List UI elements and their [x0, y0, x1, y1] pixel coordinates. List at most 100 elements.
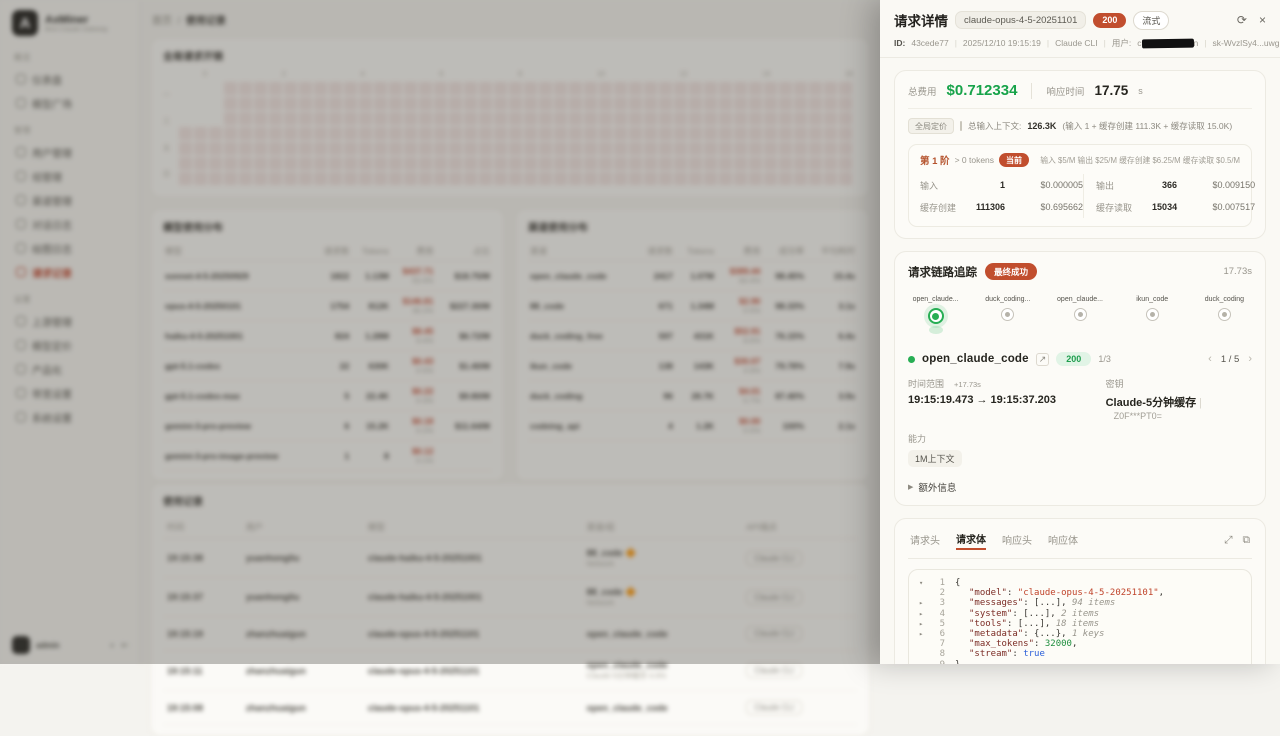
json-token-punc: : [1012, 649, 1023, 659]
tab-响应头[interactable]: 响应头 [1002, 532, 1032, 549]
json-token-key: "messages" [969, 598, 1023, 608]
expand-icon[interactable]: ⤢ [1224, 534, 1232, 547]
chevron-right-icon[interactable]: ▸ [919, 619, 929, 629]
chevron-none [919, 639, 929, 649]
hop-header: open_claude_code ↗ 200 1/3 ‹ 1 / 5 › [908, 352, 1252, 366]
chevron-none [919, 649, 929, 659]
trace-node[interactable]: open_claude... [908, 296, 963, 334]
json-line-content: "model": "claude-opus-4-5-20251101", [955, 588, 1164, 598]
hop-page: 1 / 5 [1221, 354, 1240, 365]
time-range-label: 时间范围 [908, 379, 944, 389]
trace-node-label: ikun_code [1136, 296, 1168, 303]
context-total: 126.3K [1027, 121, 1056, 131]
chevron-left-icon[interactable]: ‹ [1208, 353, 1212, 365]
tier-cell-tokens: 111306 [976, 202, 1005, 212]
json-token-punc: , [1072, 639, 1077, 649]
trace-node-label: duck_coding... [985, 296, 1030, 303]
json-token-note: 18 items [1056, 619, 1099, 629]
tier-cell-tokens: 15034 [1152, 202, 1177, 212]
hop-status-badge: 200 [1056, 352, 1091, 366]
tier-cell-tokens: 1 [976, 180, 1005, 190]
line-number: 2 [929, 588, 945, 598]
endpoint-button[interactable]: Claude CLI [746, 700, 802, 715]
line-number: 6 [929, 629, 945, 639]
trace-node[interactable]: duck_coding... [980, 296, 1035, 334]
trace-node-ring-icon [1218, 308, 1231, 321]
json-line-content: "messages": [...], 94 items [955, 598, 1115, 608]
chevron-right-icon[interactable]: ▸ [919, 609, 929, 619]
extra-info-label: 额外信息 [918, 480, 956, 494]
json-line: ▸6"metadata": {...}, 1 keys [919, 629, 1241, 639]
client-name: Claude CLI [1055, 38, 1098, 48]
chevron-right-icon[interactable]: › [1248, 353, 1252, 365]
tier-cell-label: 输出 [1096, 179, 1144, 192]
time-range-field: 时间范围 +17.73s 19:15:19.473 → 19:15:37.203 [908, 377, 1106, 422]
context-detail: (输入 1 + 缓存创建 111.3K + 缓存读取 15.0K) [1062, 120, 1232, 132]
key-field: 密钥 Claude-5分钟缓存 | Z0F***PT0= [1106, 377, 1252, 422]
external-link-icon[interactable]: ↗ [1036, 353, 1050, 366]
chevron-down-icon[interactable]: ▾ [919, 578, 929, 588]
trace-node-label: open_claude... [1057, 296, 1103, 303]
trace-node[interactable]: ikun_code [1125, 296, 1180, 334]
key-id-masked: Z0F***PT0= [1114, 411, 1162, 421]
trace-node-label: open_claude... [913, 296, 959, 303]
cost-card: 总费用 $0.712334 响应时间 17.75 s 全局定价 总输入上下文: … [894, 70, 1266, 239]
refresh-icon[interactable]: ⟳ [1237, 13, 1247, 27]
json-token-note: 94 items [1072, 598, 1115, 608]
endpoint-button[interactable]: Claude CLI [746, 663, 802, 678]
key-label: 密钥 [1106, 377, 1252, 390]
record-row[interactable]: 19:15:08zhanzhuaigunclaude-opus-4-5-2025… [163, 691, 857, 725]
hop-attempt: 1/3 [1098, 354, 1111, 364]
trace-nodes: open_claude... duck_coding... open_claude.… [908, 296, 1252, 334]
tab-icons: ⤢⧉ [1224, 534, 1250, 547]
line-number: 5 [929, 619, 945, 629]
user-label: 用户: [1112, 37, 1131, 49]
response-time-value: 17.75 [1094, 83, 1128, 98]
tab-请求头[interactable]: 请求头 [910, 532, 940, 549]
json-token-key: "metadata" [969, 629, 1023, 639]
trace-node-label: duck_coding [1205, 296, 1244, 303]
tier-rates: 输入 $5/M 输出 $25/M 缓存创建 $6.25/M 缓存读取 $0.5/… [1040, 155, 1240, 166]
line-number: 1 [929, 578, 945, 588]
tier-name: 第 1 阶 [920, 153, 950, 167]
capability-label: 能力 [908, 432, 1106, 445]
json-token-note: 1 keys [1072, 629, 1105, 639]
json-line: ▸4"system": [...], 2 items [919, 609, 1241, 619]
json-viewer[interactable]: ▾1 {2 "model": "claude-opus-4-5-20251101",… [908, 569, 1252, 664]
context-label: 总输入上下文: [968, 120, 1021, 132]
trace-node-ring-icon [1074, 308, 1087, 321]
json-line-content: "max_tokens": 32000, [955, 639, 1077, 649]
tier-cell-输入: 输入1$0.000005 [920, 174, 1083, 196]
json-token-key: "stream" [969, 649, 1012, 659]
time-range-value: 19:15:19.473 → 19:15:37.203 [908, 394, 1106, 406]
extra-info-toggle[interactable]: ▶ 额外信息 [908, 480, 1252, 494]
trace-node-dot-icon [1005, 312, 1010, 317]
json-line: 8"stream": true [919, 649, 1241, 659]
channel-group: Claude-5分钟缓存 4.9% [587, 670, 739, 681]
cell-user: zhanzhuaigun [242, 691, 364, 725]
trace-node-glow [929, 326, 943, 334]
tab-请求体[interactable]: 请求体 [956, 531, 986, 550]
json-token-punc: : [1034, 639, 1045, 649]
capability-field: 能力 1M上下文 [908, 432, 1106, 467]
tier-cell-输出: 输出366$0.009150 [1083, 174, 1255, 196]
trace-node[interactable]: open_claude... [1052, 296, 1107, 334]
tab-响应体[interactable]: 响应体 [1048, 532, 1078, 549]
triangle-right-icon: ▶ [908, 483, 913, 491]
close-icon[interactable]: × [1259, 13, 1266, 27]
cell-time: 19:15:08 [163, 691, 242, 725]
trace-node[interactable]: duck_coding [1197, 296, 1252, 334]
json-token-punc: { [955, 578, 960, 588]
chevron-right-icon[interactable]: ▸ [919, 629, 929, 639]
json-token-str: "claude-opus-4-5-20251101" [1018, 588, 1159, 598]
trace-duration: 17.73s [1223, 266, 1252, 277]
time-delta: +17.73s [954, 380, 981, 389]
payload-tabs: 请求头请求体响应头响应体⤢⧉ [908, 530, 1252, 559]
trace-node-ring-icon [1001, 308, 1014, 321]
chevron-right-icon[interactable]: ▸ [919, 598, 929, 608]
json-token-note: 2 items [1061, 609, 1099, 619]
line-number: 4 [929, 609, 945, 619]
tier-cell-price: $0.009150 [1185, 180, 1255, 190]
json-token-punc: : [...], [1007, 619, 1056, 629]
copy-icon[interactable]: ⧉ [1243, 534, 1251, 547]
